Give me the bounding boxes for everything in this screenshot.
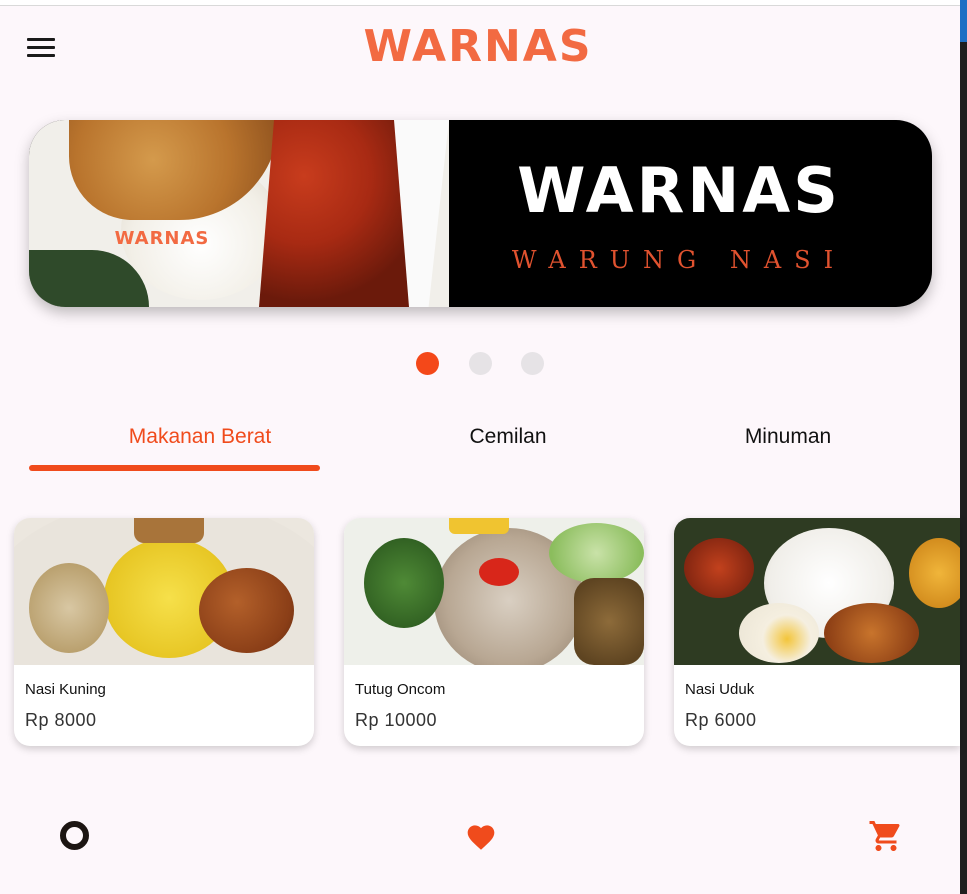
product-name: Nasi Kuning — [25, 681, 106, 698]
heart-icon[interactable] — [465, 821, 497, 851]
product-card[interactable]: Nasi Kuning Rp 8000 — [14, 518, 314, 746]
product-image — [674, 518, 960, 665]
app-logo: WARNAS — [363, 21, 593, 72]
product-image — [344, 518, 644, 665]
promo-banner[interactable]: WARNAS WARNAS WARUNG NASI — [29, 120, 932, 307]
product-price: Rp 8000 — [25, 710, 97, 730]
product-price: Rp 6000 — [685, 710, 757, 730]
product-name: Nasi Uduk — [685, 681, 755, 698]
product-image — [14, 518, 314, 665]
carousel-dot-2[interactable] — [469, 352, 492, 375]
banner-subtitle: WARUNG NASI — [511, 246, 847, 274]
banner-small-logo: WARNAS — [114, 228, 210, 249]
window-right-edge — [960, 0, 967, 894]
carousel-dot-1[interactable] — [416, 352, 439, 375]
cart-icon[interactable] — [868, 818, 904, 854]
tab-cemilan[interactable]: Cemilan — [398, 422, 618, 452]
home-ring-icon[interactable] — [59, 820, 90, 851]
product-name: Tutug Oncom — [355, 681, 446, 698]
product-card[interactable]: Tutug Oncom Rp 10000 — [344, 518, 644, 746]
banner-title: WARNAS — [517, 154, 841, 227]
active-tab-indicator — [29, 465, 320, 471]
window-top-border — [0, 0, 960, 6]
menu-icon[interactable] — [27, 38, 55, 60]
product-price: Rp 10000 — [355, 710, 438, 730]
tab-makanan-berat[interactable]: Makanan Berat — [60, 422, 340, 452]
tab-minuman[interactable]: Minuman — [678, 422, 898, 452]
carousel-dot-3[interactable] — [521, 352, 544, 375]
product-card[interactable]: Nasi Uduk Rp 6000 — [674, 518, 960, 746]
